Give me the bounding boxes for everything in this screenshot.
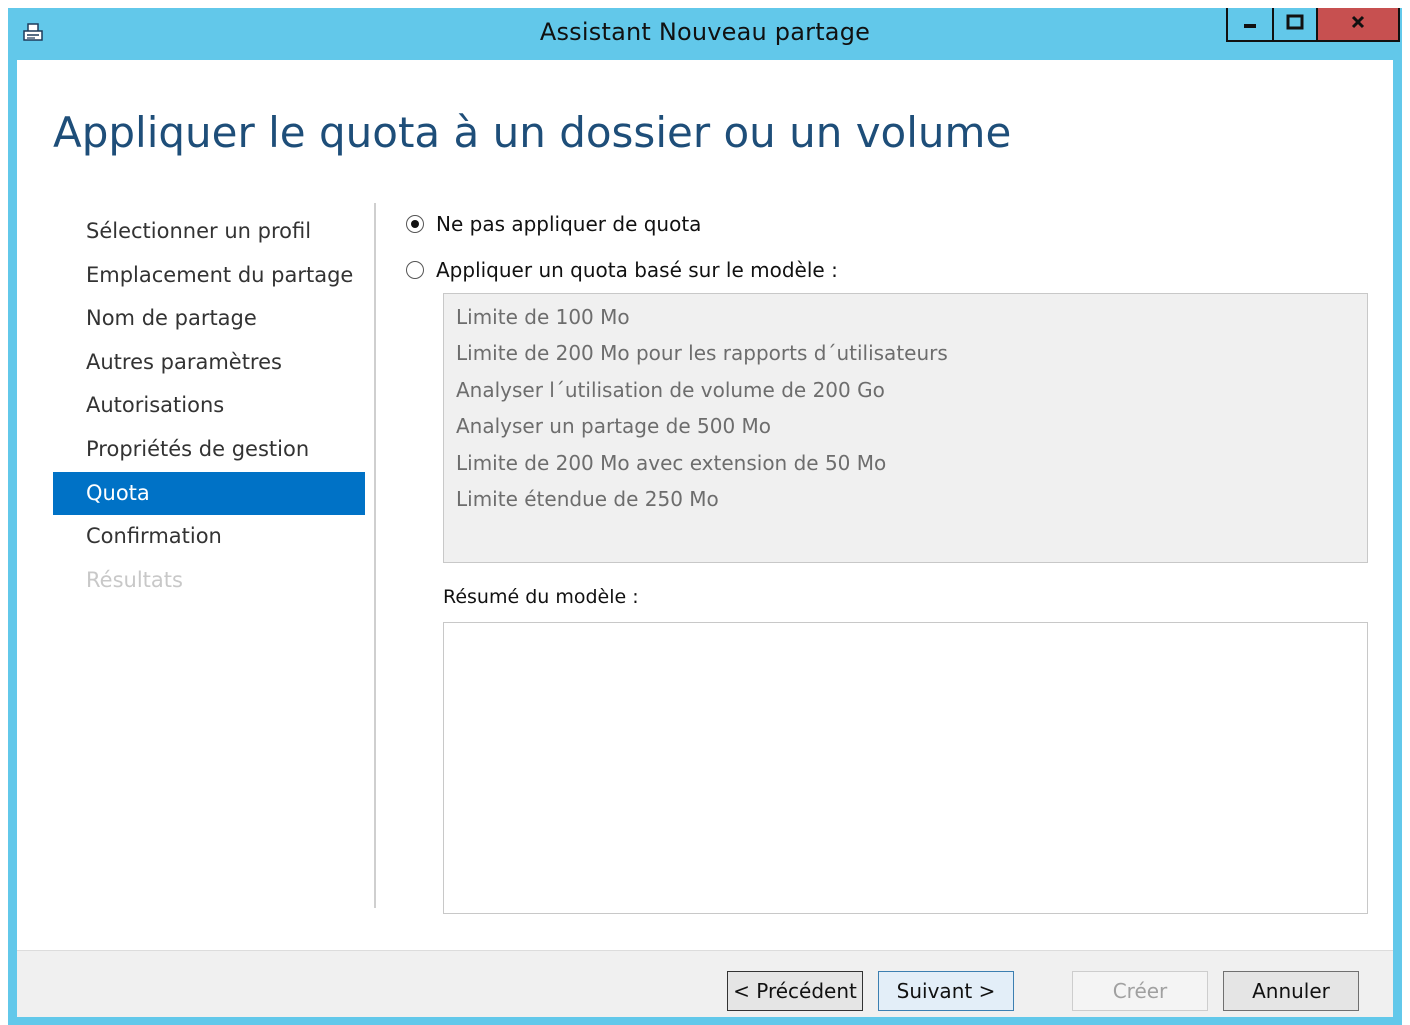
- nav-step-select-profile[interactable]: Sélectionner un profil: [53, 210, 365, 254]
- template-list-item[interactable]: Analyser l´utilisation de volume de 200 …: [444, 373, 1367, 409]
- page-title: Appliquer le quota à un dossier ou un vo…: [53, 108, 1012, 157]
- minimize-button[interactable]: [1226, 8, 1272, 42]
- template-summary-label: Résumé du modèle :: [443, 586, 639, 608]
- template-list-item[interactable]: Limite de 200 Mo pour les rapports d´uti…: [444, 336, 1367, 372]
- template-list-item[interactable]: Analyser un partage de 500 Mo: [444, 409, 1367, 445]
- template-quota-option[interactable]: Appliquer un quota basé sur le modèle :: [406, 258, 838, 282]
- close-icon: [1350, 14, 1366, 34]
- nav-step-results: Résultats: [86, 567, 183, 592]
- nav-step-confirmation[interactable]: Confirmation: [53, 515, 365, 559]
- cancel-button[interactable]: Annuler: [1223, 971, 1359, 1011]
- title-bar[interactable]: Assistant Nouveau partage: [8, 8, 1402, 60]
- template-quota-radio[interactable]: [406, 261, 424, 279]
- window-title: Assistant Nouveau partage: [539, 18, 871, 46]
- nav-step-share-location[interactable]: Emplacement du partage: [53, 254, 365, 298]
- wizard-content: Appliquer le quota à un dossier ou un vo…: [17, 60, 1393, 1017]
- wizard-footer: < Précédent Suivant > Créer Annuler: [17, 950, 1393, 1017]
- wizard-window: Assistant Nouveau partage Appliquer le q…: [8, 8, 1402, 1025]
- minimize-icon: [1242, 14, 1258, 34]
- template-list-item[interactable]: Limite étendue de 250 Mo: [444, 482, 1367, 518]
- template-list-item[interactable]: Limite de 100 Mo: [444, 300, 1367, 336]
- nav-step-share-name[interactable]: Nom de partage: [53, 297, 365, 341]
- template-summary-box: [443, 622, 1368, 914]
- no-quota-option[interactable]: Ne pas appliquer de quota: [406, 212, 701, 236]
- quota-template-list[interactable]: Limite de 100 Mo Limite de 200 Mo pour l…: [443, 293, 1368, 563]
- no-quota-radio[interactable]: [406, 215, 424, 233]
- template-list-item[interactable]: Limite de 200 Mo avec extension de 50 Mo: [444, 446, 1367, 482]
- maximize-button[interactable]: [1272, 8, 1318, 42]
- nav-step-management-properties[interactable]: Propriétés de gestion: [53, 428, 365, 472]
- nav-divider: [374, 203, 376, 908]
- create-button: Créer: [1072, 971, 1208, 1011]
- wizard-step-nav: Sélectionner un profil Emplacement du pa…: [53, 210, 365, 602]
- caption-buttons: [1226, 8, 1400, 42]
- template-quota-label: Appliquer un quota basé sur le modèle :: [436, 258, 838, 282]
- nav-step-other-settings[interactable]: Autres paramètres: [53, 341, 365, 385]
- no-quota-label: Ne pas appliquer de quota: [436, 212, 702, 236]
- nav-step-permissions[interactable]: Autorisations: [53, 384, 365, 428]
- maximize-icon: [1286, 14, 1304, 34]
- nav-step-quota[interactable]: Quota: [53, 471, 365, 516]
- next-button[interactable]: Suivant >: [878, 971, 1014, 1011]
- close-button[interactable]: [1318, 8, 1400, 42]
- previous-button[interactable]: < Précédent: [727, 971, 863, 1011]
